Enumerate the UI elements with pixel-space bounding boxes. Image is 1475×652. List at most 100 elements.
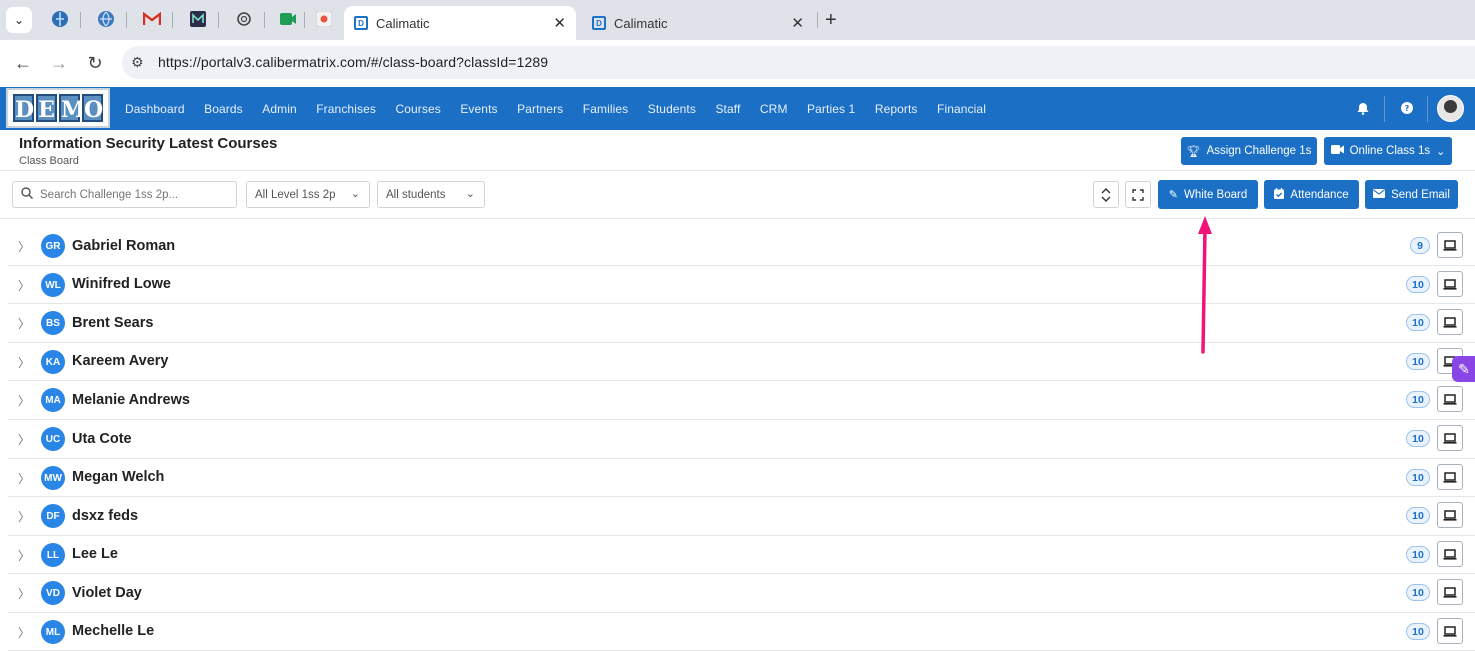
browser-tab-strip: ⌄ D Calimatic ✕ D Calimatic ✕ +	[0, 0, 1475, 40]
meet-icon[interactable]	[277, 8, 299, 30]
tab-calimatic[interactable]: D Calimatic ✕	[582, 6, 814, 40]
menu-reports[interactable]: Reports	[875, 102, 918, 116]
menu-dashboard[interactable]: Dashboard	[125, 102, 185, 116]
gmail-icon[interactable]	[141, 8, 163, 30]
tab-search-chevron-icon[interactable]: ⌄	[6, 7, 32, 33]
new-tab-button[interactable]: +	[825, 9, 837, 32]
laptop-icon[interactable]	[1437, 502, 1463, 528]
envelope-icon	[1373, 188, 1386, 201]
user-avatar[interactable]	[1437, 95, 1464, 122]
m-app-icon[interactable]	[187, 8, 209, 30]
reload-icon[interactable]: ↻	[83, 51, 107, 75]
student-row[interactable]: 〉 LL Lee Le 10	[8, 536, 1475, 574]
laptop-icon[interactable]	[1437, 232, 1463, 258]
menu-staff[interactable]: Staff	[715, 102, 740, 116]
close-tab-icon[interactable]: ✕	[553, 14, 566, 32]
close-tab-icon[interactable]: ✕	[791, 14, 804, 32]
laptop-icon[interactable]	[1437, 309, 1463, 335]
menu-franchises[interactable]: Franchises	[316, 102, 376, 116]
menu-students[interactable]: Students	[648, 102, 696, 116]
student-row[interactable]: 〉 GR Gabriel Roman 9	[8, 227, 1475, 266]
menu-events[interactable]: Events	[460, 102, 497, 116]
menu-parties[interactable]: Parties 1	[807, 102, 855, 116]
student-row[interactable]: 〉 ML Mechelle Le 10	[8, 613, 1475, 651]
level-select[interactable]: All Level 1ss 2p ⌄	[246, 181, 370, 208]
laptop-icon[interactable]	[1437, 464, 1463, 490]
chevron-right-icon[interactable]: 〉	[18, 354, 30, 371]
calimatic-favicon-icon: D	[354, 16, 368, 30]
student-name: Megan Welch	[72, 469, 165, 485]
student-row[interactable]: 〉 WL Winifred Lowe 10	[8, 266, 1475, 304]
student-name: Violet Day	[72, 585, 142, 601]
chevron-right-icon[interactable]: 〉	[18, 585, 30, 602]
laptop-icon[interactable]	[1437, 618, 1463, 644]
student-avatar: WL	[41, 273, 65, 297]
edit-icon: ✎	[1168, 189, 1178, 201]
chevron-right-icon[interactable]: 〉	[18, 392, 30, 409]
count-badge: 10	[1406, 276, 1430, 293]
student-row[interactable]: 〉 BS Brent Sears 10	[8, 304, 1475, 343]
chevron-right-icon[interactable]: 〉	[18, 624, 30, 641]
send-email-button[interactable]: Send Email	[1365, 180, 1458, 209]
video-camera-icon	[1330, 145, 1344, 157]
student-row[interactable]: 〉 MW Megan Welch 10	[8, 459, 1475, 497]
student-avatar: VD	[41, 581, 65, 605]
count-badge: 10	[1406, 584, 1430, 601]
student-row[interactable]: 〉 UC Uta Cote 10	[8, 420, 1475, 459]
fullscreen-icon[interactable]	[1125, 181, 1151, 208]
openai-icon[interactable]	[233, 8, 255, 30]
student-row[interactable]: 〉 KA Kareem Avery 10	[8, 343, 1475, 381]
url-text[interactable]: https://portalv3.calibermatrix.com/#/cla…	[158, 54, 548, 70]
trophy-icon: 🏆︎	[1186, 145, 1201, 158]
attendance-button[interactable]: Attendance	[1264, 180, 1359, 209]
count-badge: 10	[1406, 314, 1430, 331]
record-icon[interactable]	[313, 8, 335, 30]
student-avatar: BS	[41, 311, 65, 335]
url-omnibox[interactable]: ⚙ https://portalv3.calibermatrix.com/#/c…	[122, 46, 1475, 79]
address-bar: ← → ↻ ⚙ https://portalv3.calibermatrix.c…	[0, 40, 1475, 86]
laptop-icon[interactable]	[1437, 541, 1463, 567]
student-avatar: DF	[41, 504, 65, 528]
chevron-right-icon[interactable]: 〉	[18, 238, 30, 255]
student-row[interactable]: 〉 DF dsxz feds 10	[8, 497, 1475, 536]
student-row[interactable]: 〉 MA Melanie Andrews 10	[8, 381, 1475, 420]
menu-courses[interactable]: Courses	[395, 102, 440, 116]
chevron-right-icon[interactable]: 〉	[18, 277, 30, 294]
menu-crm[interactable]: CRM	[760, 102, 788, 116]
main-menu: Dashboard Boards Admin Franchises Course…	[125, 87, 1005, 130]
back-icon[interactable]: ←	[11, 51, 35, 75]
chevron-right-icon[interactable]: 〉	[18, 547, 30, 564]
search-box[interactable]	[12, 181, 237, 208]
assign-challenge-button[interactable]: 🏆︎ Assign Challenge 1s	[1181, 137, 1317, 165]
menu-boards[interactable]: Boards	[204, 102, 243, 116]
laptop-icon[interactable]	[1437, 579, 1463, 605]
student-name: Lee Le	[72, 546, 118, 562]
pen-tool-icon[interactable]: ✎	[1452, 356, 1475, 382]
students-select[interactable]: All students ⌄	[377, 181, 485, 208]
student-avatar: LL	[41, 543, 65, 567]
demo-logo[interactable]: D E M O	[6, 88, 110, 128]
tab-calimatic-active[interactable]: D Calimatic ✕	[344, 6, 576, 40]
student-row[interactable]: 〉 VD Violet Day 10	[8, 574, 1475, 613]
menu-financial[interactable]: Financial	[937, 102, 986, 116]
forward-icon[interactable]: →	[47, 51, 71, 75]
site-settings-icon[interactable]: ⚙	[131, 54, 144, 71]
white-board-button[interactable]: ✎ White Board	[1158, 180, 1258, 209]
laptop-icon[interactable]	[1437, 425, 1463, 451]
chevron-right-icon[interactable]: 〉	[18, 315, 30, 332]
menu-partners[interactable]: Partners	[517, 102, 563, 116]
laptop-icon[interactable]	[1437, 386, 1463, 412]
bell-icon[interactable]	[1354, 99, 1372, 117]
search-input[interactable]	[40, 185, 230, 204]
chevron-right-icon[interactable]: 〉	[18, 431, 30, 448]
globe-icon[interactable]	[95, 8, 117, 30]
chevron-right-icon[interactable]: 〉	[18, 470, 30, 487]
help-icon[interactable]: ?	[1398, 99, 1416, 117]
online-class-dropdown[interactable]: Online Class 1s ⌄	[1324, 137, 1452, 165]
menu-admin[interactable]: Admin	[262, 102, 297, 116]
laptop-icon[interactable]	[1437, 271, 1463, 297]
globe-g-icon[interactable]	[49, 8, 71, 30]
menu-families[interactable]: Families	[583, 102, 628, 116]
expand-collapse-icon[interactable]	[1093, 181, 1119, 208]
chevron-right-icon[interactable]: 〉	[18, 508, 30, 525]
